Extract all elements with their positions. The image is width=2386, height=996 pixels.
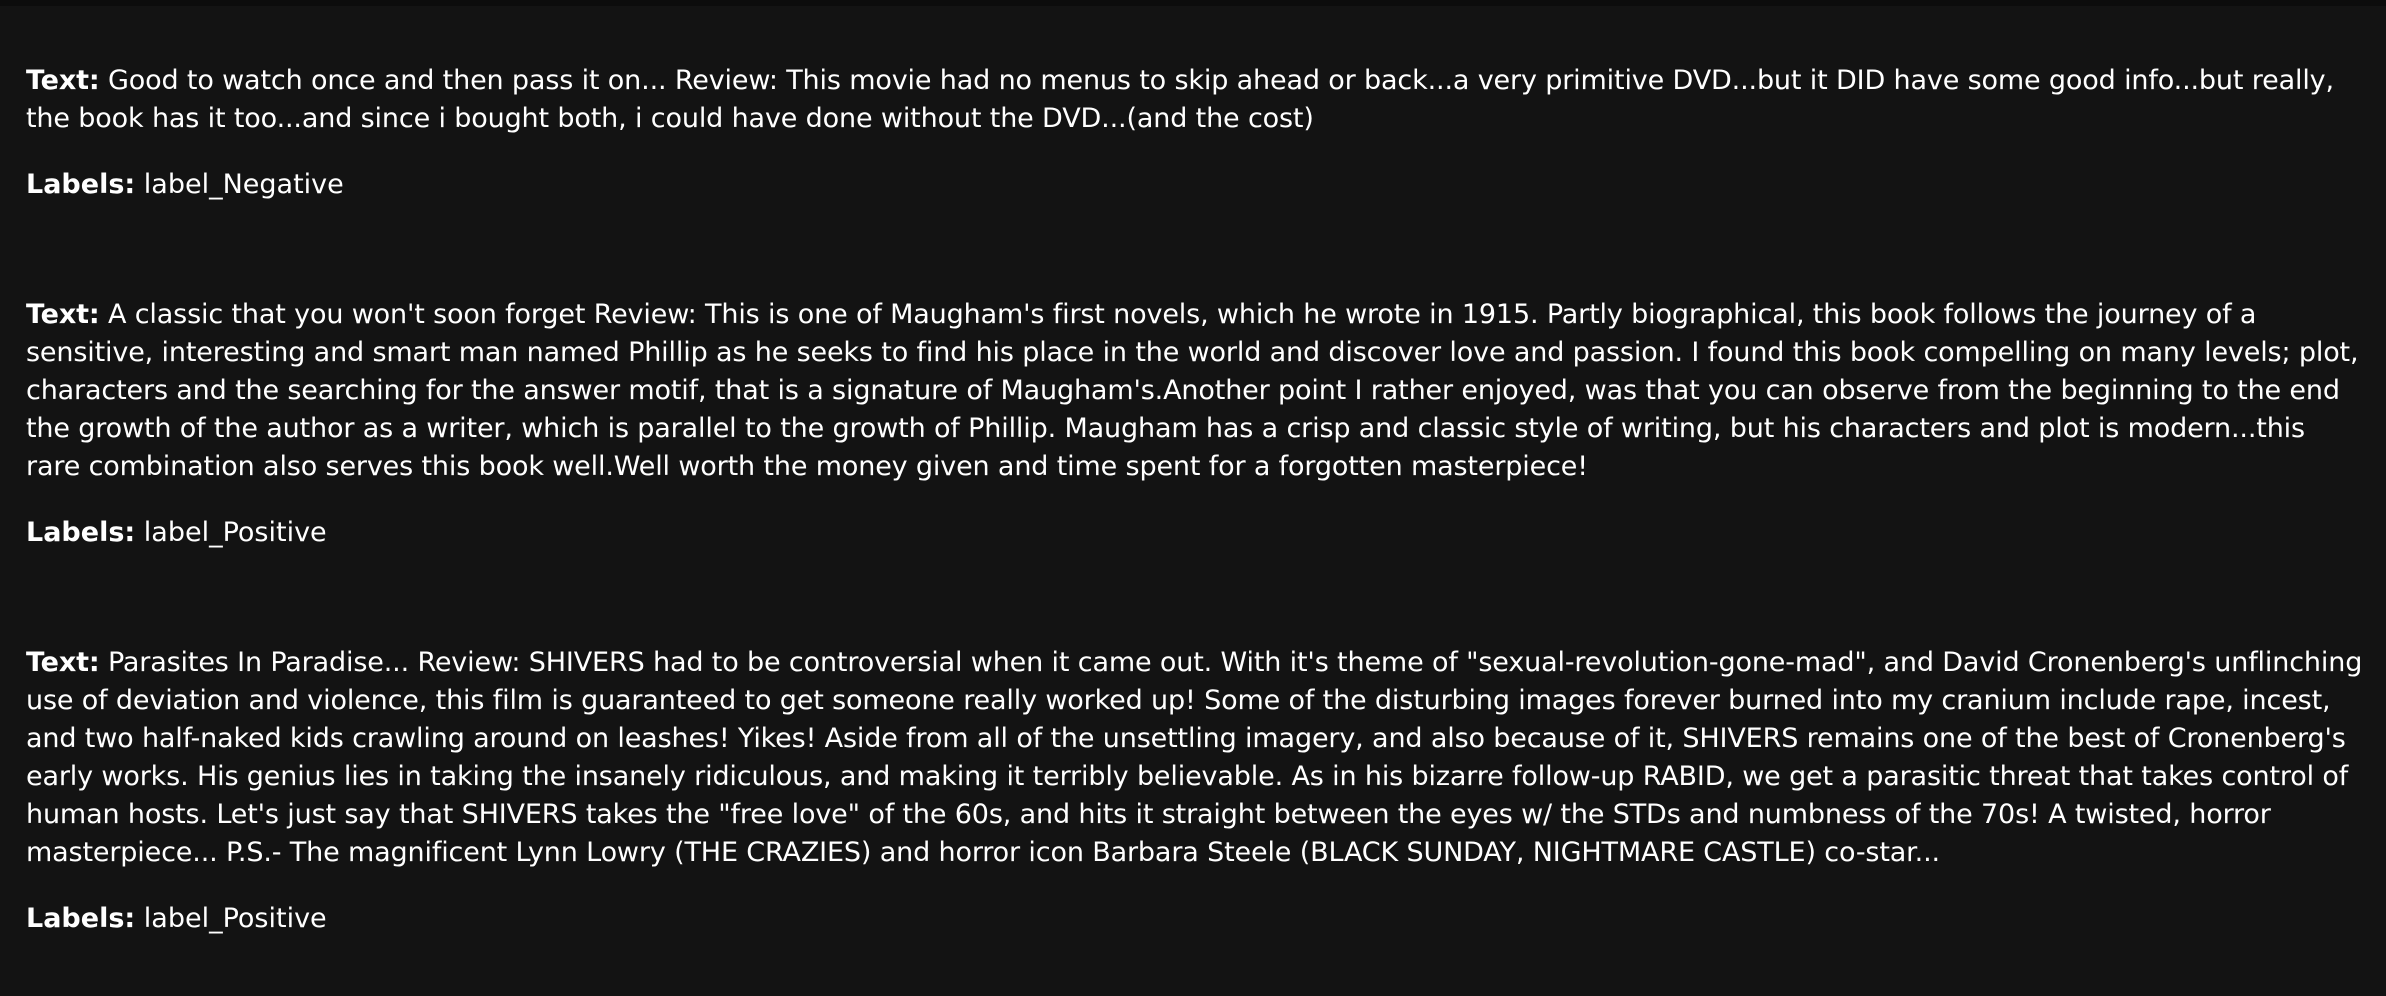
record-labels: Labels: label_Positive xyxy=(26,900,2366,938)
record-labels: Labels: label_Negative xyxy=(26,166,2366,204)
text-key: Text: xyxy=(26,65,100,96)
labels-key: Labels: xyxy=(26,903,136,934)
text-key: Text: xyxy=(26,299,100,330)
record-label-value: label_Negative xyxy=(143,169,344,200)
record-text-value: A classic that you won't soon forget Rev… xyxy=(26,299,2359,482)
record-label-value: label_Positive xyxy=(143,517,327,548)
record-text-value: Parasites In Paradise... Review: SHIVERS… xyxy=(26,647,2363,868)
records-list: Text: Good to watch once and then pass i… xyxy=(26,62,2366,938)
text-key: Text: xyxy=(26,647,100,678)
labels-key: Labels: xyxy=(26,169,136,200)
record-text: Text: Parasites In Paradise... Review: S… xyxy=(26,644,2366,872)
record-text-value: Good to watch once and then pass it on..… xyxy=(26,65,2334,134)
record-text: Text: Good to watch once and then pass i… xyxy=(26,62,2366,138)
record-labels: Labels: label_Positive xyxy=(26,514,2366,552)
record-label-value: label_Positive xyxy=(143,903,327,934)
top-edge-bar xyxy=(0,0,2386,6)
record-text: Text: A classic that you won't soon forg… xyxy=(26,296,2366,486)
record-item: Text: Good to watch once and then pass i… xyxy=(26,62,2366,204)
record-item: Text: A classic that you won't soon forg… xyxy=(26,296,2366,552)
labels-key: Labels: xyxy=(26,517,136,548)
record-item: Text: Parasites In Paradise... Review: S… xyxy=(26,644,2366,938)
